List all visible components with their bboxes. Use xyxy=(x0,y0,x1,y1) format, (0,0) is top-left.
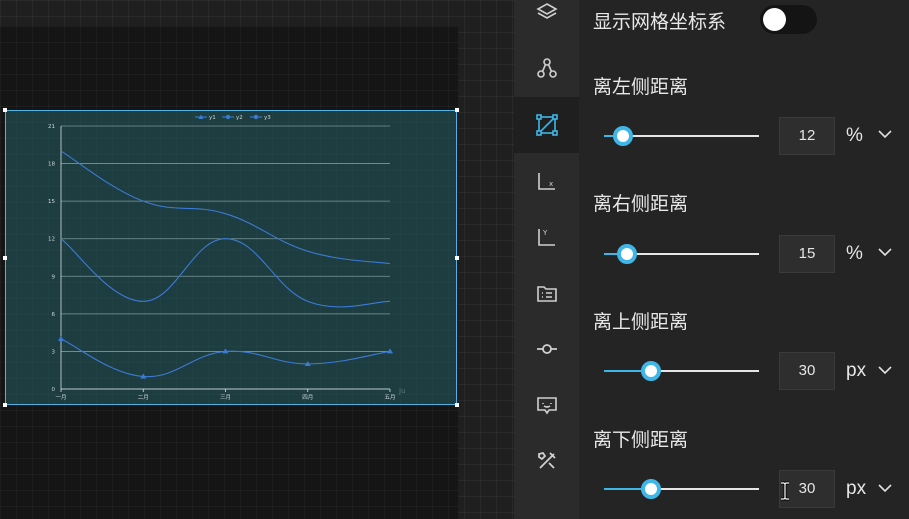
chart-corner-text: Ju xyxy=(398,387,406,395)
series-line-y3 xyxy=(60,150,391,265)
resize-handle-bottom-right[interactable] xyxy=(455,403,459,407)
legend-label-y1: y1 xyxy=(209,115,216,121)
right-margin-input[interactable]: 15 xyxy=(779,235,835,273)
series-point-y1 xyxy=(58,335,64,341)
line-chart: 0 3 6 9 12 15 18 21 一月 二月 三月 四月 五月 y1 y2 y3 Ju xyxy=(48,114,406,401)
bottom-margin-unit[interactable]: px xyxy=(846,478,866,500)
rail-x-axis-button[interactable]: x xyxy=(514,153,579,209)
bottom-margin-label: 离下侧距离 xyxy=(593,429,689,451)
y-tick-label: 3 xyxy=(52,349,56,355)
properties-panel: 显示网格坐标系 离左侧距离 12 % 离右侧距离 15 % 离上侧距离 30 p… xyxy=(579,0,909,519)
slider-thumb[interactable] xyxy=(617,244,637,264)
rail-marker-button[interactable] xyxy=(514,321,579,377)
layers-icon xyxy=(535,3,558,19)
resize-handle-bottom-left[interactable] xyxy=(3,403,7,407)
legend-label-y3: y3 xyxy=(264,115,271,121)
resize-handle-top-left[interactable] xyxy=(3,108,7,112)
right-margin-unit[interactable]: % xyxy=(846,243,863,265)
rail-y-axis-button[interactable]: Y xyxy=(514,209,579,265)
y-tick-label: 0 xyxy=(52,387,56,393)
svg-text:x: x xyxy=(549,180,553,188)
x-tick-label: 一月 xyxy=(55,394,66,401)
y-axis-icon: Y xyxy=(537,229,555,246)
slider-thumb[interactable] xyxy=(641,361,661,381)
editor-canvas[interactable]: 0 3 6 9 12 15 18 21 一月 二月 三月 四月 五月 y1 y2 y3 Ju xyxy=(0,0,514,519)
chevron-down-icon[interactable] xyxy=(877,483,893,493)
rail-legend-button[interactable] xyxy=(514,265,579,321)
toggle-knob xyxy=(763,8,786,31)
rail-tooltip-button[interactable] xyxy=(514,377,579,433)
marker-icon xyxy=(536,344,557,354)
series-point-y1 xyxy=(387,348,393,354)
config-icon-rail: x Y xyxy=(514,0,579,519)
bottom-margin-slider[interactable] xyxy=(604,477,759,501)
legend-label-y2: y2 xyxy=(236,115,243,121)
y-tick-label: 6 xyxy=(52,312,56,318)
left-margin-slider[interactable] xyxy=(604,124,759,148)
legend-marker-y2 xyxy=(225,114,231,120)
rail-layers-button[interactable] xyxy=(514,0,579,40)
svg-text:Y: Y xyxy=(542,229,548,237)
top-margin-unit[interactable]: px xyxy=(846,360,866,382)
left-margin-unit[interactable]: % xyxy=(846,125,863,147)
relation-icon xyxy=(536,58,557,78)
series-line-y1 xyxy=(60,338,391,378)
resize-handle-top-right[interactable] xyxy=(455,108,459,112)
x-axis-icon: x xyxy=(537,173,555,190)
chevron-down-icon[interactable] xyxy=(877,129,893,139)
slider-thumb[interactable] xyxy=(641,479,661,499)
slider-thumb[interactable] xyxy=(613,126,633,146)
grid-frame-icon xyxy=(535,114,558,136)
legend-icon xyxy=(536,286,557,302)
top-margin-input[interactable]: 30 xyxy=(779,352,835,390)
top-margin-label: 离上侧距离 xyxy=(593,311,689,333)
x-tick-label: 五月 xyxy=(384,394,395,401)
chevron-down-icon[interactable] xyxy=(877,247,893,257)
y-tick-label: 12 xyxy=(48,237,55,243)
text-cursor-icon xyxy=(781,481,789,501)
grid-toggle-switch[interactable] xyxy=(760,5,817,34)
left-margin-label: 离左侧距离 xyxy=(593,76,689,98)
right-margin-slider[interactable] xyxy=(604,242,759,266)
y-tick-label: 15 xyxy=(48,199,55,205)
left-margin-input[interactable]: 12 xyxy=(779,117,835,155)
right-margin-label: 离右侧距离 xyxy=(593,193,689,215)
tooltip-icon xyxy=(536,397,557,415)
x-tick-label: 三月 xyxy=(220,394,231,401)
series-line-y2 xyxy=(60,238,391,308)
y-tick-label: 18 xyxy=(48,162,55,168)
tools-icon xyxy=(537,451,556,469)
legend-marker-y3 xyxy=(253,114,259,120)
y-tick-label: 9 xyxy=(52,274,56,280)
rail-relation-button[interactable] xyxy=(514,40,579,96)
rail-grid-frame-button[interactable] xyxy=(514,97,579,153)
chevron-down-icon[interactable] xyxy=(877,365,893,375)
rail-tools-button[interactable] xyxy=(514,433,579,489)
line-chart-widget[interactable]: 0 3 6 9 12 15 18 21 一月 二月 三月 四月 五月 y1 y2 y3 Ju xyxy=(3,108,459,407)
x-tick-label: 四月 xyxy=(302,394,313,401)
y-tick-label: 21 xyxy=(48,124,55,130)
resize-handle-middle-left[interactable] xyxy=(3,256,7,260)
x-tick-label: 二月 xyxy=(138,394,149,401)
grid-toggle-label: 显示网格坐标系 xyxy=(593,11,727,33)
top-margin-slider[interactable] xyxy=(604,359,759,383)
resize-handle-middle-right[interactable] xyxy=(455,256,459,260)
